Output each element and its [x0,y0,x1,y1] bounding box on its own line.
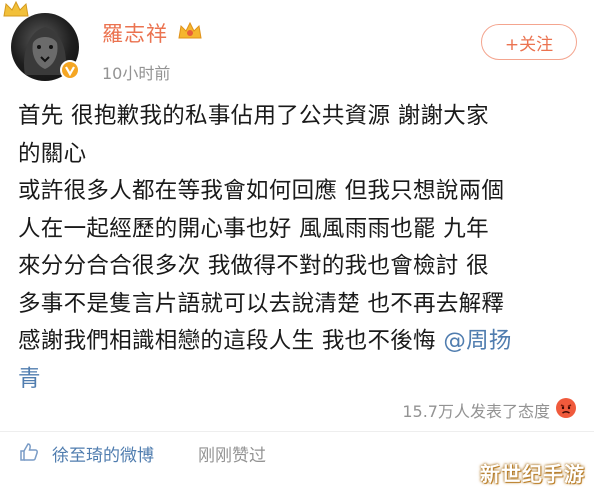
post-text-line: 首先 很抱歉我的私事佔用了公共資源 謝謝大家 [18,103,489,129]
liked-by-link[interactable]: 徐至琦的微博 [52,441,154,466]
post-text-line: 或許很多人都在等我會如何回應 但我只想說兩個 [18,178,505,204]
post-text-line: 來分分合合很多次 我做得不對的我也會檢討 很 [18,253,489,279]
verified-badge-icon [60,60,80,80]
post-text-line: 人在一起經歷的開心事也好 風風雨雨也罷 九年 [18,215,489,242]
username[interactable]: 羅志祥 [102,18,168,48]
post-text-line: 感謝我們相識相戀的這段人生 我也不後悔 @周扬 [18,323,583,361]
post-text-segment: 感謝我們相識相戀的這段人生 我也不後悔 [18,328,444,354]
angry-face-icon[interactable] [555,397,577,419]
crown-icon [3,0,29,17]
post-text-line: 青 [18,361,583,399]
post-text-line: 多事不是隻言片語就可以去說清楚 也不再去解釋 [18,290,505,317]
divider [0,431,594,432]
watermark-logo: 新世纪手游 [480,462,585,486]
post-time: 10小时前 [102,64,171,83]
follow-button[interactable]: +关注 [481,24,577,60]
vip-crown-icon [178,21,202,39]
thumbs-up-icon[interactable] [18,441,40,463]
mention-link[interactable]: @周扬 [443,328,511,354]
liked-by-suffix: 刚刚赞过 [198,446,266,466]
mention-link-continued[interactable]: 青 [18,366,41,392]
post-text-line: 的關心 [18,140,87,167]
reactions-count[interactable]: 15.7万人发表了态度 [402,398,550,422]
post-body: 首先 很抱歉我的私事佔用了公共資源 謝謝大家 的關心 或許很多人都在等我會如何回… [18,98,583,398]
